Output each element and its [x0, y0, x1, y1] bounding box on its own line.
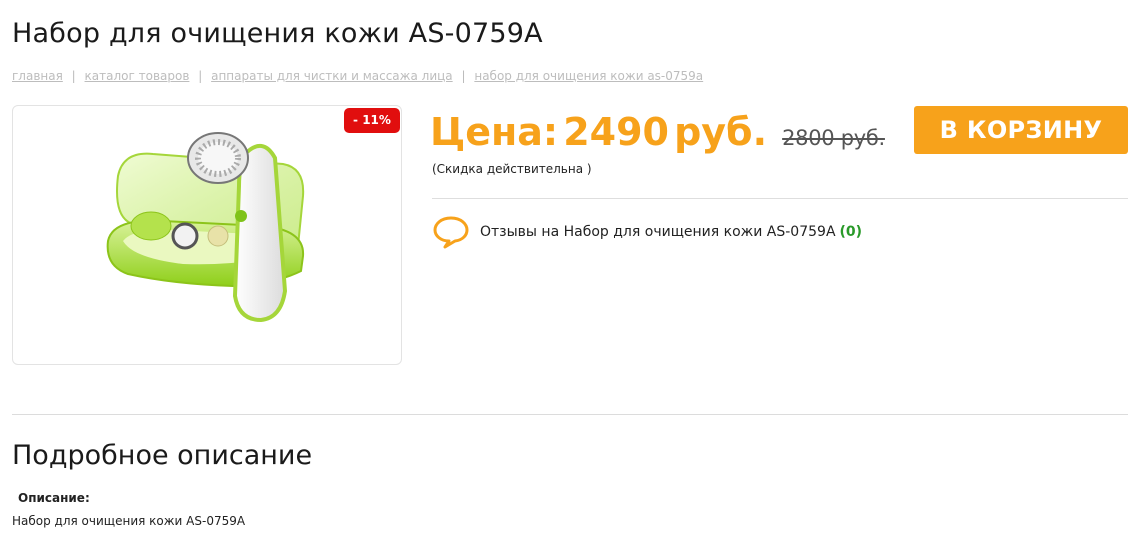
- breadcrumb-separator: |: [461, 69, 466, 83]
- reviews-count: (0): [839, 224, 863, 240]
- reviews-link[interactable]: Отзывы на Набор для очищения кожи AS-075…: [432, 214, 862, 250]
- product-title: Набор для очищения кожи AS-0759A: [12, 18, 543, 49]
- price-label: Цена:: [430, 110, 559, 154]
- discount-badge: - 11%: [344, 108, 400, 133]
- product-image[interactable]: [12, 105, 402, 365]
- old-price: 2800 руб.: [782, 126, 885, 150]
- description-section-title: Подробное описание: [12, 440, 313, 471]
- section-divider: [12, 414, 1128, 415]
- description-text: Набор для очищения кожи AS-0759A: [12, 514, 246, 528]
- price-value: 2490: [563, 110, 669, 154]
- breadcrumb: главная | каталог товаров | аппараты для…: [12, 69, 703, 83]
- price-block: Цена: 2490 руб. 2800 руб.: [430, 110, 885, 154]
- add-to-cart-button[interactable]: В КОРЗИНУ: [914, 106, 1128, 154]
- price-currency: руб.: [674, 110, 768, 154]
- discount-note: (Скидка действительна ): [432, 162, 592, 176]
- reviews-text: Отзывы на Набор для очищения кожи AS-075…: [480, 224, 836, 240]
- description-label: Описание:: [18, 491, 90, 505]
- breadcrumb-separator: |: [198, 69, 203, 83]
- product-photo: [106, 132, 305, 323]
- breadcrumb-separator: |: [71, 69, 76, 83]
- speech-bubble-icon: [433, 216, 469, 249]
- breadcrumb-link-catalog[interactable]: каталог товаров: [85, 69, 190, 83]
- breadcrumb-link-current[interactable]: набор для очищения кожи as-0759a: [474, 69, 703, 83]
- breadcrumb-link-home[interactable]: главная: [12, 69, 63, 83]
- breadcrumb-link-category[interactable]: аппараты для чистки и массажа лица: [211, 69, 453, 83]
- divider: [432, 198, 1128, 199]
